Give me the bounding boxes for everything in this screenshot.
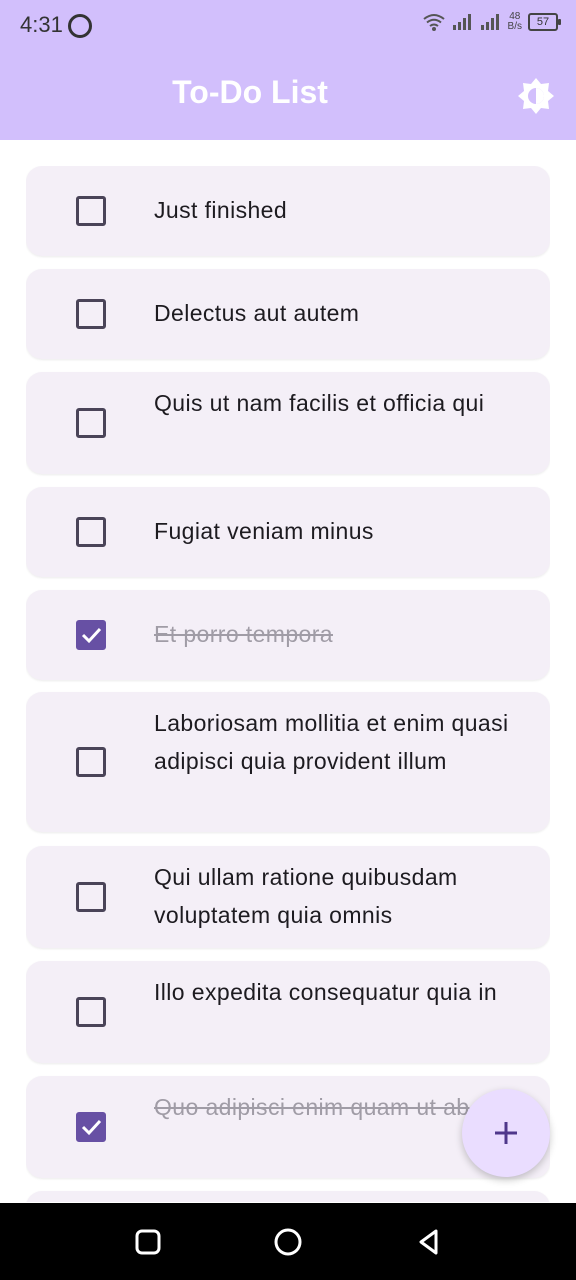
app-bar: To-Do List xyxy=(0,52,576,140)
do-not-disturb-icon xyxy=(68,14,92,38)
battery-level: 57 xyxy=(536,16,550,28)
brightness-icon[interactable] xyxy=(516,76,556,116)
check-icon xyxy=(81,1119,102,1136)
network-speed-unit: B/s xyxy=(507,21,522,32)
todo-checkbox[interactable] xyxy=(76,882,106,912)
back-icon[interactable] xyxy=(414,1227,444,1257)
page-title: To-Do List xyxy=(172,74,328,110)
todo-item[interactable]: Quis ut nam facilis et officia qui xyxy=(26,372,550,474)
todo-item[interactable]: Delectus aut autem xyxy=(26,269,550,359)
todo-checkbox[interactable] xyxy=(76,997,106,1027)
recent-apps-icon[interactable] xyxy=(133,1227,163,1257)
wifi-icon xyxy=(422,14,445,31)
todo-title: Qui ullam ratione quibusdam voluptatem q… xyxy=(154,864,458,928)
todo-item[interactable]: Fugiat veniam minus xyxy=(26,487,550,577)
battery-icon: 57 xyxy=(528,13,561,31)
todo-item[interactable]: Et porro tempora xyxy=(26,590,550,680)
todo-checkbox[interactable] xyxy=(76,196,106,226)
status-icons: 48 B/s 57 xyxy=(422,12,561,32)
todo-title: Quis ut nam facilis et officia qui xyxy=(154,390,485,416)
status-time: 4:31 xyxy=(20,12,63,37)
todo-title: Et porro tempora xyxy=(154,621,333,647)
signal-icon xyxy=(452,14,471,30)
todo-title: Illo expedita consequatur quia in xyxy=(154,979,498,1005)
system-nav-bar xyxy=(0,1203,576,1280)
plus-icon xyxy=(495,1122,517,1144)
todo-title: Delectus aut autem xyxy=(154,300,360,326)
home-icon[interactable] xyxy=(273,1227,303,1257)
signal-icon-2 xyxy=(480,14,499,30)
todo-item[interactable]: Illo expedita consequatur quia in xyxy=(26,961,550,1063)
check-icon xyxy=(81,627,102,644)
add-todo-button[interactable] xyxy=(462,1089,550,1177)
todo-checkbox[interactable] xyxy=(76,747,106,777)
status-bar: 4:31 48 B/s 57 xyxy=(0,0,576,52)
todo-checkbox[interactable] xyxy=(76,517,106,547)
network-speed: 48 B/s xyxy=(508,12,522,32)
todo-checkbox-checked[interactable] xyxy=(76,1112,106,1142)
todo-title: Laboriosam mollitia et enim quasi adipis… xyxy=(154,710,509,774)
todo-checkbox-checked[interactable] xyxy=(76,620,106,650)
todo-list: Just finished Delectus aut autem Quis ut… xyxy=(26,166,550,1202)
todo-item[interactable]: Qui ullam ratione quibusdam voluptatem q… xyxy=(26,846,550,948)
todo-checkbox[interactable] xyxy=(76,408,106,438)
todo-title: Fugiat veniam minus xyxy=(154,518,374,544)
todo-item[interactable]: Just finished xyxy=(26,166,550,256)
todo-checkbox[interactable] xyxy=(76,299,106,329)
todo-item[interactable] xyxy=(26,1191,550,1202)
todo-title: Just finished xyxy=(154,197,288,223)
todo-item[interactable]: Laboriosam mollitia et enim quasi adipis… xyxy=(26,692,550,832)
